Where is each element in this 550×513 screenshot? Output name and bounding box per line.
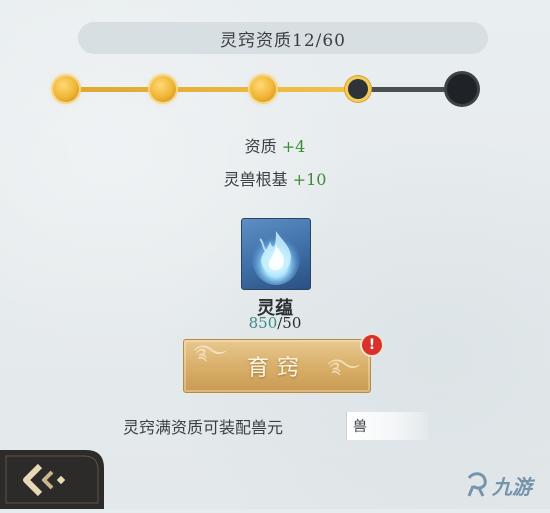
- stat-value: +4: [281, 137, 306, 156]
- back-arrow-icon: [0, 450, 104, 509]
- item-count-have: 850: [248, 314, 278, 332]
- progress-node-4-current[interactable]: [348, 79, 368, 99]
- back-button[interactable]: [0, 450, 104, 509]
- beast-element-slot[interactable]: 兽: [346, 412, 428, 440]
- cloud-swirl-icon: ࿐: [194, 340, 227, 364]
- equip-hint-text: 灵窍满资质可装配兽元: [123, 418, 284, 437]
- progress-node-3[interactable]: [250, 76, 276, 102]
- blue-spirit-flame-icon: [252, 231, 300, 285]
- watermark-text: 九游: [492, 474, 532, 499]
- stat-row-beast-foundation: 灵兽根基 +10: [0, 166, 550, 190]
- page-title: 灵窍资质12/60: [220, 30, 346, 51]
- cloud-swirl-icon: ࿐: [327, 354, 360, 378]
- stat-label: 灵兽根基: [223, 170, 288, 189]
- cultivate-button[interactable]: ࿐ 育窍 ࿐: [183, 339, 371, 393]
- stat-row-qualification: 资质 +4: [0, 133, 550, 157]
- qualification-title-bar: 灵窍资质12/60: [78, 22, 488, 54]
- progress-node-1[interactable]: [53, 76, 79, 102]
- item-count-need: /50: [277, 314, 302, 332]
- cultivate-button-label: 育窍: [246, 356, 307, 381]
- jiuyou-logo-icon: [467, 472, 487, 497]
- stat-value: +10: [292, 170, 327, 189]
- item-slot[interactable]: [241, 218, 311, 290]
- beast-element-tag: 兽: [353, 419, 367, 435]
- item-count: 850/50: [0, 314, 550, 332]
- progress-track-fill: [66, 87, 358, 92]
- alert-badge: !: [360, 333, 384, 357]
- watermark-logo: 九游: [465, 470, 547, 500]
- progress-node-5-locked[interactable]: [447, 74, 477, 104]
- stat-label: 资质: [244, 137, 277, 156]
- progress-node-2[interactable]: [150, 76, 176, 102]
